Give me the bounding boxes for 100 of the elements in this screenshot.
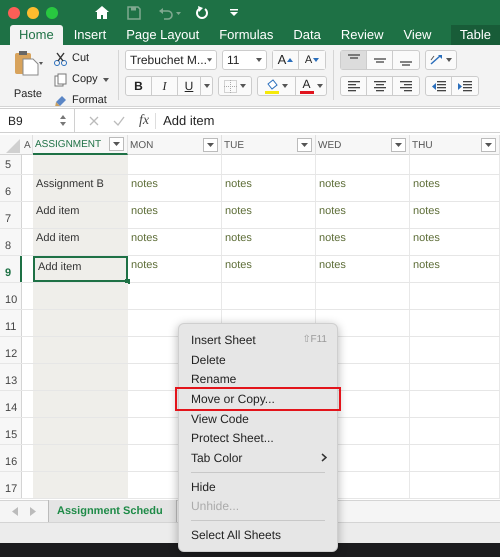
column-header[interactable]: WED	[316, 135, 410, 155]
table-cell: notes	[128, 202, 222, 228]
column-header[interactable]: MON	[128, 135, 222, 155]
table-cell: notes	[410, 202, 500, 228]
caret-icon	[113, 142, 120, 146]
table-cell: Add item	[33, 256, 128, 282]
table-cell: Assignment B	[33, 175, 128, 201]
paintbrush-icon	[54, 94, 67, 106]
align-left-icon	[348, 80, 360, 92]
caret-icon	[256, 58, 262, 62]
shortcut-label: ⇧F11	[302, 333, 327, 348]
copy-icon	[54, 72, 67, 86]
row-number: 8	[0, 229, 22, 255]
column-header[interactable]: TUE	[222, 135, 316, 155]
ribbon-tab[interactable]: Insert	[64, 25, 116, 45]
paste-button[interactable]: Paste	[8, 50, 48, 102]
table-cell: notes	[316, 175, 410, 201]
ribbon-tab[interactable]: Data	[284, 25, 330, 45]
increase-font-button[interactable]: A	[273, 51, 299, 69]
menu-item[interactable]: Select All Sheets	[179, 525, 337, 545]
formula-value[interactable]: Add item	[163, 110, 214, 130]
ribbon-tab[interactable]: Review	[332, 25, 392, 45]
row-number: 11	[0, 310, 22, 336]
table-cell: notes	[222, 175, 316, 201]
filter-button[interactable]	[203, 138, 218, 152]
table-cell: notes	[410, 256, 500, 282]
row-number: 13	[0, 364, 22, 390]
redo-icon[interactable]	[195, 5, 209, 20]
menu-item[interactable]: View Code	[179, 408, 337, 428]
table-cell: notes	[316, 256, 410, 282]
row-number: 10	[0, 283, 22, 309]
table-cell: notes	[128, 229, 222, 255]
column-header[interactable]: THU	[410, 135, 500, 155]
increase-indent-icon	[458, 80, 472, 92]
copy-button[interactable]: Copy	[54, 71, 112, 88]
row-number: 9	[0, 256, 22, 282]
caret-icon	[204, 84, 210, 88]
table-cell: notes	[128, 175, 222, 201]
caret-icon	[206, 58, 212, 62]
insert-function-button[interactable]: fx	[139, 110, 150, 131]
underline-button[interactable]: U	[178, 77, 200, 95]
table-cell: notes	[128, 256, 222, 282]
chevron-right-icon	[321, 453, 327, 462]
align-right-icon	[400, 80, 412, 92]
window-control-icon[interactable]	[27, 6, 39, 18]
filter-button[interactable]	[481, 138, 496, 152]
column-header[interactable]: A	[22, 135, 33, 155]
menu-item[interactable]: Protect Sheet...	[179, 428, 337, 448]
table-cell: notes	[316, 229, 410, 255]
ribbon-tab[interactable]: Table	[450, 25, 500, 45]
clipboard-icon	[13, 50, 43, 76]
filter-button[interactable]	[391, 138, 406, 152]
caret-icon	[207, 143, 214, 147]
name-box[interactable]: B9	[0, 108, 75, 132]
menu-item[interactable]: Move or Copy...	[177, 389, 339, 409]
row-number: 12	[0, 337, 22, 363]
cut-button[interactable]: Cut	[54, 50, 112, 67]
home-icon[interactable]	[94, 5, 110, 20]
menu-item[interactable]: Insert Sheet ⇧F11	[179, 330, 337, 350]
up-triangle-icon	[287, 58, 294, 62]
italic-button[interactable]: I	[152, 77, 178, 95]
table-cell: notes	[222, 256, 316, 282]
font-name-dropdown[interactable]: Trebuchet M...	[125, 50, 217, 70]
caret-icon	[282, 84, 288, 88]
table-cell: Add item	[33, 202, 128, 228]
menu-item[interactable]: Rename	[179, 369, 337, 390]
row-number: 14	[0, 391, 22, 417]
customize-caret-icon[interactable]	[230, 9, 238, 16]
ribbon-tab[interactable]: Formulas	[210, 25, 282, 45]
row-number: 15	[0, 418, 22, 444]
font-color-button[interactable]: A	[296, 77, 326, 95]
window-control-icon[interactable]	[46, 6, 58, 18]
row-number: 6	[0, 175, 22, 201]
format-painter-button[interactable]: Format	[54, 92, 112, 106]
angled-text-icon	[430, 54, 444, 66]
underline-options-button[interactable]	[200, 77, 212, 95]
menu-item[interactable]: Delete	[179, 350, 337, 370]
row-number: 5	[0, 155, 22, 174]
table-cell: Add item	[33, 229, 128, 255]
ribbon-tab[interactable]: View	[394, 25, 440, 45]
table-cell: notes	[410, 175, 500, 201]
decrease-font-button[interactable]: A	[299, 51, 325, 69]
menu-item[interactable]: Hide	[179, 476, 337, 496]
top-align-button[interactable]	[341, 51, 367, 69]
ribbon-tab[interactable]: Home	[10, 25, 63, 45]
filter-button[interactable]	[297, 138, 312, 152]
caret-icon	[446, 58, 452, 62]
enter-check-icon[interactable]	[113, 116, 125, 126]
caret-icon	[395, 143, 402, 147]
orientation-button[interactable]	[425, 50, 457, 70]
menu-item[interactable]: Tab Color	[179, 448, 337, 468]
filter-button[interactable]	[109, 137, 124, 151]
bold-button[interactable]: B	[126, 77, 152, 95]
caret-icon	[102, 78, 109, 82]
middle-align-icon	[374, 58, 386, 62]
caret-icon	[240, 84, 246, 88]
table-cell: notes	[222, 202, 316, 228]
ribbon-tab[interactable]: Page Layout	[117, 25, 208, 45]
bottom-align-icon	[400, 61, 412, 66]
font-size-dropdown[interactable]: 11	[222, 50, 267, 70]
